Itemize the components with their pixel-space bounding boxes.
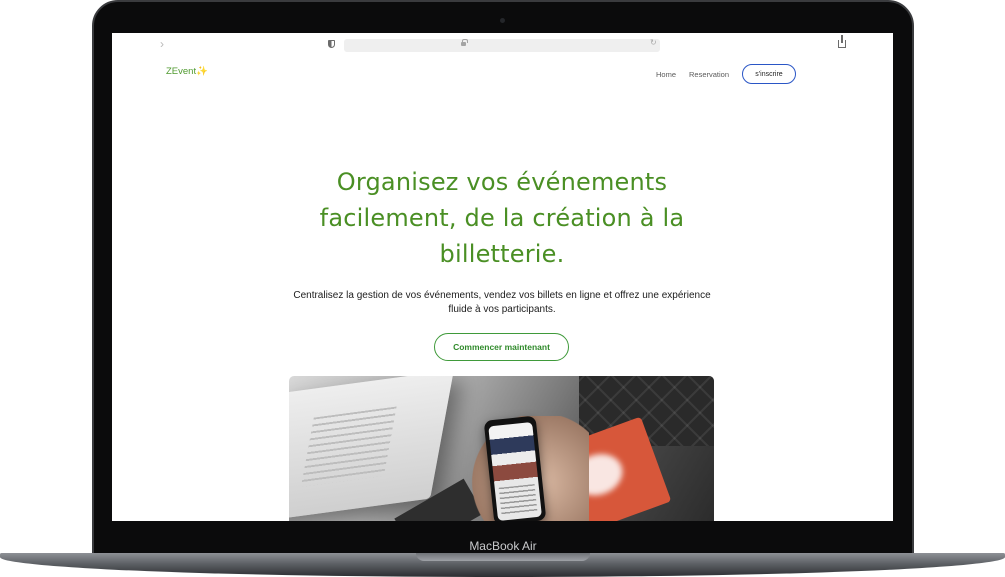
hero-image [289,376,714,521]
hero-title: Organisez vos événements facilement, de … [319,168,685,268]
get-started-button[interactable]: Commencer maintenant [434,333,569,361]
device-label: MacBook Air [469,539,537,553]
lock-icon [461,39,468,46]
photo-phone-screen [488,421,542,521]
reload-icon[interactable]: ↻ [650,38,657,47]
photo-phone [483,415,547,521]
hero-subtitle: Centralisez la gestion de vos événements… [293,290,711,315]
site-logo[interactable]: ZEvent✨ [166,66,208,77]
browser-toolbar: › ↻ [112,33,893,57]
nav-link-home[interactable]: Home [656,70,676,79]
camera [500,18,505,23]
browser-screen: › ↻ ZEvent✨ Home Reservation s'inscrire … [112,33,893,521]
chevron-right-icon[interactable]: › [160,37,164,51]
shield-icon[interactable] [328,40,335,48]
signup-button[interactable]: s'inscrire [742,64,796,84]
address-bar[interactable] [344,39,660,52]
share-icon[interactable] [838,35,846,48]
nav-link-reservation[interactable]: Reservation [689,70,729,79]
